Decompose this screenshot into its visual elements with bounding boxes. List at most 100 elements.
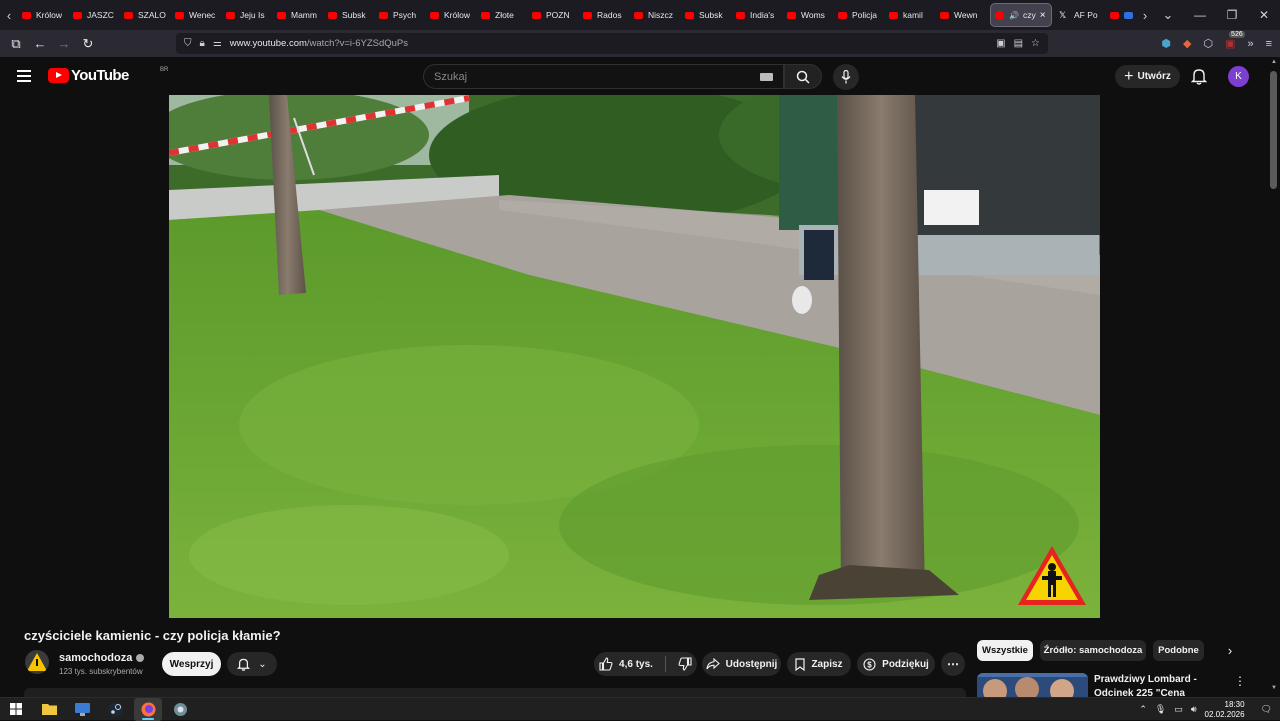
address-bar[interactable]: ⛉ 🔒︎ ⚌ www.youtube.com /watch?v=i-6YZSdQ… [176, 33, 1048, 54]
tray-overflow-icon[interactable]: ⌃ [1139, 704, 1147, 715]
network-icon[interactable]: ▭ [1174, 704, 1183, 715]
windows-start-icon[interactable] [8, 701, 24, 717]
app-menu-icon[interactable]: ≡ [1266, 38, 1272, 50]
notifications-button[interactable] [1190, 67, 1208, 90]
channel-name-row[interactable]: samochodoza [59, 652, 145, 664]
more-actions-button[interactable]: ⋯ [941, 652, 965, 676]
tab-item[interactable]: SZALO [120, 3, 171, 27]
tab-active[interactable]: 🔊 czy × [990, 3, 1052, 27]
chips-next-icon[interactable]: › [1220, 640, 1240, 661]
extensions-puzzle-icon[interactable]: ⬡ [1203, 37, 1213, 50]
forward-icon[interactable]: → [52, 36, 76, 51]
tab-item[interactable]: India's [732, 3, 783, 27]
tab-item[interactable]: Wewn [936, 3, 987, 27]
youtube-favicon-icon [73, 11, 82, 19]
tab-item[interactable]: Wenec [171, 3, 222, 27]
tab-item[interactable]: Mamm [273, 3, 324, 27]
scroll-down-icon[interactable]: ▼ [1271, 685, 1277, 691]
tab-item[interactable]: POZN [528, 3, 579, 27]
chip-similar[interactable]: Podobne [1153, 640, 1204, 661]
tab-item[interactable]: Subsk [324, 3, 375, 27]
back-icon[interactable]: ← [28, 36, 52, 51]
close-tab-icon[interactable]: × [1040, 10, 1046, 21]
guide-menu-icon[interactable] [17, 70, 31, 85]
tab-x[interactable]: 𝕏 AF Po [1055, 3, 1106, 27]
overflow-menu-icon[interactable]: » [1247, 38, 1253, 50]
recommendation-title[interactable]: Prawdziwy Lombard - Odcinek 225 "Cena za… [1094, 673, 1229, 697]
search-input[interactable]: Szukaj [423, 64, 784, 89]
youtube-logo[interactable]: YouTube BR [48, 67, 168, 84]
lock-icon[interactable]: 🔒︎ [200, 38, 205, 49]
youtube-favicon-icon [787, 11, 796, 19]
thumbs-down-icon[interactable] [678, 657, 692, 671]
chip-all[interactable]: Wszystkie [977, 640, 1033, 661]
account-avatar[interactable]: K [1228, 66, 1249, 87]
save-button[interactable]: Zapisz [787, 652, 851, 676]
thanks-button[interactable]: $ Podziękuj [857, 652, 935, 676]
tab-item[interactable]: Niszcz [630, 3, 681, 27]
window-controls: — ❐ ✕ [1184, 0, 1280, 30]
tab-item[interactable]: Psych [375, 3, 426, 27]
description-box[interactable] [24, 688, 966, 697]
restore-icon[interactable]: ❐ [1216, 8, 1248, 22]
scroll-up-icon[interactable]: ▲ [1271, 59, 1277, 65]
tab-item[interactable]: Woms [783, 3, 834, 27]
fox-extension-icon[interactable]: ◆ [1183, 37, 1191, 50]
search-button[interactable] [784, 64, 822, 89]
share-button[interactable]: Udostępnij [702, 652, 781, 676]
scrollbar-thumb[interactable] [1270, 71, 1277, 189]
clock[interactable]: 18:30 02.02.2026 [1205, 700, 1245, 720]
remote-desktop-icon[interactable] [74, 701, 90, 717]
minimize-icon[interactable]: — [1184, 8, 1216, 22]
url-host: www.youtube.com [229, 38, 307, 49]
ublock-extension-icon[interactable]: ▣ 526 [1225, 31, 1245, 50]
picture-in-picture-icon[interactable]: ▣ [996, 38, 1005, 49]
recommendation-menu-icon[interactable]: ⋮ [1234, 674, 1246, 688]
like-button[interactable]: 4,6 tys. [599, 657, 653, 671]
recommendation-thumbnail[interactable] [977, 673, 1088, 697]
tab-item[interactable]: Złote [477, 3, 528, 27]
tab-item[interactable]: JASZC [69, 3, 120, 27]
chip-source[interactable]: Źródło: samochodoza [1040, 640, 1146, 661]
tray-mic-icon[interactable]: 🎙︎ [1155, 704, 1166, 715]
youtube-favicon-icon [532, 11, 541, 19]
tab-item[interactable]: Królow [18, 3, 69, 27]
browser-nav-bar: ⧉ ← → ↻ ⛉ 🔒︎ ⚌ www.youtube.com /watch?v=… [0, 30, 1280, 57]
notifications-icon[interactable]: 🗨︎ [1261, 704, 1272, 715]
voice-search-button[interactable] [833, 64, 859, 90]
reload-icon[interactable]: ↻ [76, 36, 100, 52]
speaker-icon[interactable]: 🔊 [1009, 11, 1019, 20]
app-icon[interactable] [172, 701, 188, 717]
tab-item[interactable]: Jeju Is [222, 3, 273, 27]
x-logo-icon: 𝕏 [1059, 9, 1067, 20]
browser-tab-strip: ‹ Królow JASZC SZALO Wenec Jeju Is Mamm Subsk P… [0, 0, 1280, 30]
support-button[interactable]: Wesprzyj [162, 652, 221, 676]
tab-item[interactable]: Policja [834, 3, 885, 27]
create-button[interactable]: + Utwórz [1115, 65, 1180, 88]
permissions-icon[interactable]: ⚌ [213, 38, 222, 49]
tab-item[interactable]: Rados [579, 3, 630, 27]
firefox-icon[interactable] [140, 701, 156, 717]
vpn-extension-icon[interactable]: ⬢ [1161, 37, 1171, 50]
tab-scroll-left-icon[interactable]: ‹ [0, 0, 18, 30]
keyboard-icon[interactable] [760, 73, 773, 81]
tab-item[interactable]: Królow [426, 3, 477, 27]
volume-icon[interactable]: 🔊︎ [1191, 704, 1197, 715]
page-scrollbar[interactable]: ▲ ▼ [1268, 57, 1280, 697]
subscription-bell-button[interactable]: ⌄ [227, 652, 277, 676]
file-explorer-icon[interactable] [41, 701, 57, 717]
tab-item[interactable]: kamil [885, 3, 936, 27]
list-all-tabs-icon[interactable]: ⌄ [1154, 0, 1182, 30]
channel-avatar[interactable] [25, 650, 49, 674]
close-window-icon[interactable]: ✕ [1248, 8, 1280, 22]
bookmark-star-icon[interactable]: ☆ [1031, 38, 1040, 49]
steam-icon[interactable] [107, 701, 123, 717]
sidebar-toggle-icon[interactable]: ⧉ [4, 36, 28, 52]
tab-item[interactable]: Subsk [681, 3, 732, 27]
tab-label: Woms [801, 10, 825, 20]
tab-scroll-right-icon[interactable]: › [1136, 0, 1154, 30]
shield-icon[interactable]: ⛉ [184, 38, 192, 49]
reader-view-icon[interactable]: ▤ [1014, 38, 1023, 49]
video-player[interactable] [169, 95, 1100, 618]
tab-partial[interactable] [1106, 3, 1136, 27]
